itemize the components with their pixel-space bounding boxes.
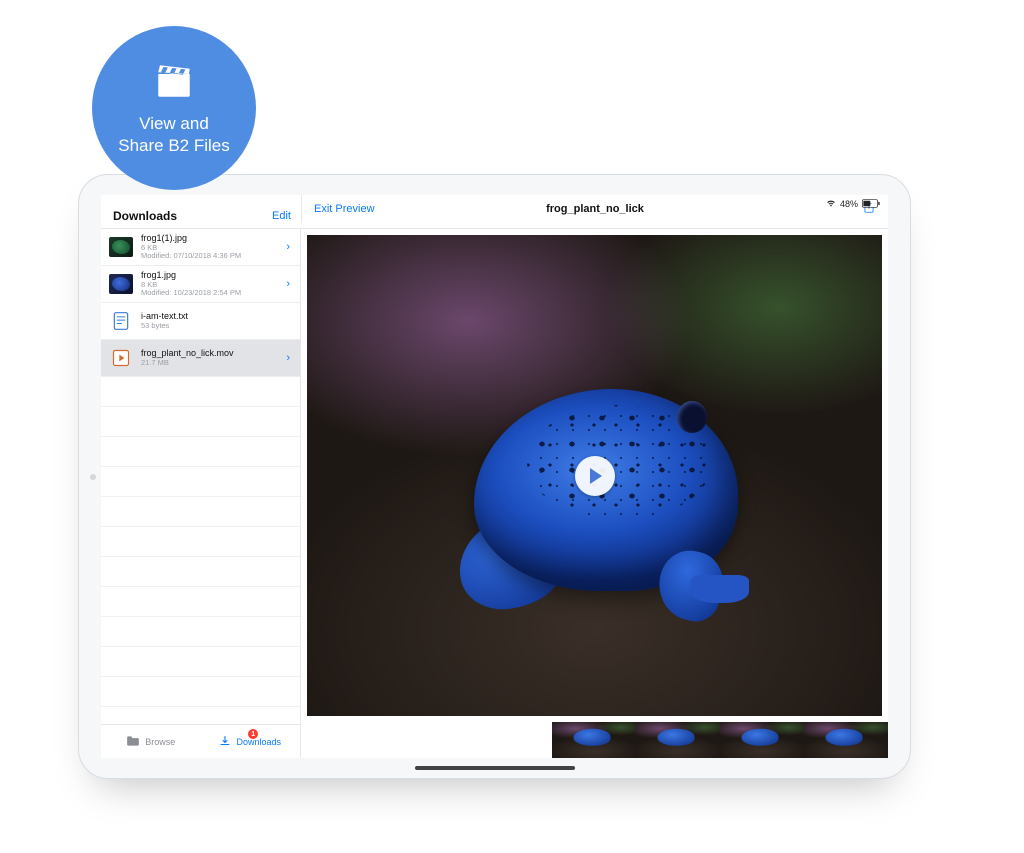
- sidebar: frog1(1).jpg 6 KB Modified: 07/10/2018 4…: [101, 229, 301, 758]
- file-list[interactable]: frog1(1).jpg 6 KB Modified: 07/10/2018 4…: [101, 229, 300, 724]
- clapperboard-icon: [153, 60, 195, 107]
- file-row[interactable]: i-am-text.txt 53 bytes: [101, 303, 300, 340]
- blank-row: [101, 617, 300, 647]
- blank-row: [101, 437, 300, 467]
- file-name: frog1.jpg: [141, 271, 278, 281]
- blank-row: [101, 407, 300, 437]
- file-meta: frog_plant_no_lick.mov 21.7 MB: [141, 349, 278, 367]
- topbar: Downloads Edit Exit Preview frog_plant_n…: [101, 195, 888, 229]
- blank-row: [101, 527, 300, 557]
- text-file-icon: [109, 311, 133, 331]
- screen: 48% Downloads Edit Exit Preview frog_pla…: [101, 195, 888, 758]
- file-row[interactable]: frog1(1).jpg 6 KB Modified: 07/10/2018 4…: [101, 229, 300, 266]
- blank-row: [101, 557, 300, 587]
- battery-percent-label: 48%: [840, 199, 858, 209]
- tab-browse[interactable]: Browse: [101, 725, 201, 758]
- file-modified: Modified: 07/10/2018 4:36 PM: [141, 252, 278, 260]
- bottom-tabs: Browse Downloads 1: [101, 724, 300, 758]
- filmstrip-frame[interactable]: [804, 722, 888, 758]
- blank-row: [101, 467, 300, 497]
- video-file-icon: [109, 348, 133, 368]
- file-row[interactable]: frog1.jpg 8 KB Modified: 10/23/2018 2:54…: [101, 266, 300, 303]
- file-thumbnail-icon: [109, 237, 133, 257]
- chevron-right-icon[interactable]: ›: [286, 278, 292, 290]
- file-size: 53 bytes: [141, 322, 292, 330]
- filmstrip-frame[interactable]: [636, 722, 720, 758]
- preview-main: [301, 229, 888, 722]
- preview-title: frog_plant_no_lick: [546, 203, 644, 215]
- tab-downloads[interactable]: Downloads 1: [201, 725, 301, 758]
- battery-icon: [862, 199, 880, 210]
- chevron-right-icon[interactable]: ›: [286, 352, 292, 364]
- exit-preview-button[interactable]: Exit Preview: [314, 203, 375, 215]
- status-bar: 48%: [826, 197, 880, 211]
- wifi-icon: [826, 198, 836, 210]
- video-preview[interactable]: [307, 235, 882, 716]
- file-row[interactable]: frog_plant_no_lick.mov 21.7 MB ›: [101, 340, 300, 377]
- body-area: frog1(1).jpg 6 KB Modified: 07/10/2018 4…: [101, 229, 888, 758]
- file-thumbnail-icon: [109, 274, 133, 294]
- preview-pane: [301, 229, 888, 758]
- file-meta: i-am-text.txt 53 bytes: [141, 312, 292, 330]
- tab-downloads-label: Downloads: [236, 737, 281, 747]
- file-meta: frog1(1).jpg 6 KB Modified: 07/10/2018 4…: [141, 234, 278, 260]
- filmstrip[interactable]: [301, 722, 888, 758]
- tab-browse-label: Browse: [145, 737, 175, 747]
- blank-row: [101, 647, 300, 677]
- promo-badge-text: View and Share B2 Files: [118, 113, 230, 157]
- folder-icon: [126, 735, 140, 749]
- preview-header: Exit Preview frog_plant_no_lick: [301, 195, 888, 223]
- ipad-frame: 48% Downloads Edit Exit Preview frog_pla…: [78, 174, 911, 779]
- file-meta: frog1.jpg 8 KB Modified: 10/23/2018 2:54…: [141, 271, 278, 297]
- filmstrip-frame[interactable]: [720, 722, 804, 758]
- home-indicator: [415, 766, 575, 770]
- sidebar-header: Downloads Edit: [101, 209, 301, 223]
- blank-row: [101, 377, 300, 407]
- file-modified: Modified: 10/23/2018 2:54 PM: [141, 289, 278, 297]
- promo-badge: View and Share B2 Files: [92, 26, 256, 190]
- download-icon: [219, 735, 231, 749]
- chevron-right-icon[interactable]: ›: [286, 241, 292, 253]
- edit-button[interactable]: Edit: [272, 210, 291, 222]
- play-button[interactable]: [575, 456, 615, 496]
- blank-row: [101, 497, 300, 527]
- sidebar-title: Downloads: [113, 209, 177, 223]
- blank-row: [101, 587, 300, 617]
- filmstrip-frame[interactable]: [552, 722, 636, 758]
- blank-row: [101, 677, 300, 707]
- file-name: frog1(1).jpg: [141, 234, 278, 244]
- file-size: 21.7 MB: [141, 359, 278, 367]
